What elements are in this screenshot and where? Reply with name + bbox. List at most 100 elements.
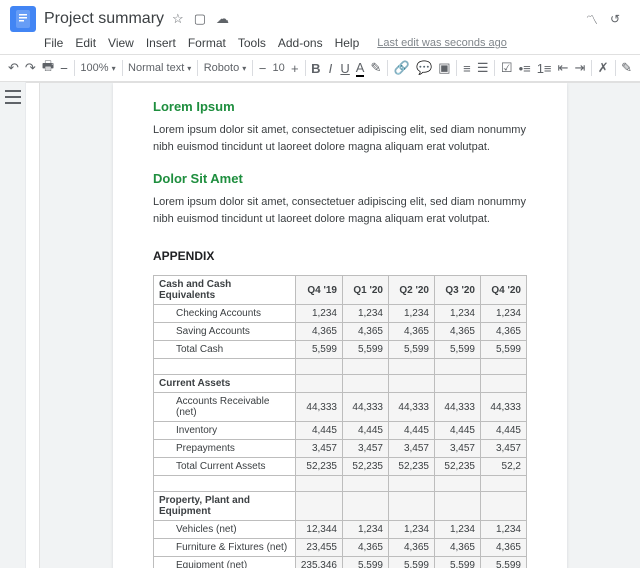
table-cell[interactable]: 5,599 (435, 557, 481, 568)
table-cell[interactable] (295, 492, 342, 521)
table-cell[interactable]: 4,365 (389, 539, 435, 557)
table-cell[interactable]: 1,234 (481, 305, 527, 323)
table-cell[interactable] (481, 375, 527, 393)
row-label[interactable]: Prepayments (154, 440, 296, 458)
heading-appendix[interactable]: APPENDIX (153, 249, 527, 263)
highlight-icon[interactable]: ✎ (370, 59, 381, 77)
table-cell[interactable]: 44,333 (295, 393, 342, 422)
table-cell[interactable] (154, 476, 296, 492)
star-icon[interactable]: ☆ (172, 11, 184, 27)
table-cell[interactable]: 4,445 (343, 422, 389, 440)
col-header[interactable]: Q4 '19 (295, 276, 342, 305)
comment-icon[interactable]: 💬 (416, 59, 432, 77)
menu-format[interactable]: Format (188, 36, 226, 50)
last-edit-link[interactable]: Last edit was seconds ago (377, 37, 507, 49)
table-cell[interactable] (343, 492, 389, 521)
table-cell[interactable]: 5,599 (389, 341, 435, 359)
table-cell[interactable] (435, 476, 481, 492)
table-cell[interactable]: 4,365 (343, 539, 389, 557)
table-cell[interactable]: 5,599 (343, 341, 389, 359)
menu-addons[interactable]: Add-ons (278, 36, 323, 50)
table-cell[interactable]: 52,235 (389, 458, 435, 476)
editing-mode-icon[interactable]: ✎ (621, 59, 632, 77)
table-cell[interactable] (389, 359, 435, 375)
link-icon[interactable]: 🔗 (394, 59, 410, 77)
table-cell[interactable] (435, 375, 481, 393)
section-header[interactable]: Current Assets (154, 375, 296, 393)
table-cell[interactable]: 4,445 (481, 422, 527, 440)
font-size-increase[interactable]: + (291, 59, 299, 77)
underline-button[interactable]: U (340, 59, 349, 77)
table-cell[interactable]: 12,344 (295, 521, 342, 539)
section-header[interactable]: Cash and Cash Equivalents (154, 276, 296, 305)
row-label[interactable]: Inventory (154, 422, 296, 440)
outline-toggle-icon[interactable] (5, 90, 21, 104)
docs-logo-icon[interactable] (10, 6, 36, 32)
table-cell[interactable]: 4,445 (295, 422, 342, 440)
menu-edit[interactable]: Edit (75, 36, 96, 50)
table-cell[interactable] (295, 476, 342, 492)
table-cell[interactable]: 3,457 (295, 440, 342, 458)
row-label[interactable]: Furniture & Fixtures (net) (154, 539, 296, 557)
table-cell[interactable]: 44,333 (389, 393, 435, 422)
table-cell[interactable]: 4,365 (435, 539, 481, 557)
table-cell[interactable] (389, 492, 435, 521)
bold-button[interactable]: B (311, 59, 320, 77)
undo-icon[interactable]: ↶ (8, 59, 19, 77)
table-cell[interactable]: 4,365 (389, 323, 435, 341)
table-cell[interactable] (389, 476, 435, 492)
table-cell[interactable]: 5,599 (435, 341, 481, 359)
table-cell[interactable]: 4,365 (295, 323, 342, 341)
menu-view[interactable]: View (108, 36, 134, 50)
table-cell[interactable] (343, 476, 389, 492)
table-cell[interactable] (481, 492, 527, 521)
row-label[interactable]: Vehicles (net) (154, 521, 296, 539)
table-cell[interactable]: 1,234 (343, 521, 389, 539)
table-cell[interactable]: 44,333 (435, 393, 481, 422)
table-cell[interactable]: 4,445 (435, 422, 481, 440)
table-cell[interactable]: 1,234 (481, 521, 527, 539)
table-cell[interactable] (481, 359, 527, 375)
col-header[interactable]: Q1 '20 (343, 276, 389, 305)
table-cell[interactable]: 3,457 (435, 440, 481, 458)
vertical-ruler[interactable] (26, 83, 40, 568)
table-cell[interactable] (295, 375, 342, 393)
zoom-select[interactable]: 100% (80, 62, 115, 74)
table-cell[interactable]: 3,457 (481, 440, 527, 458)
checklist-icon[interactable]: ☑ (501, 59, 513, 77)
table-cell[interactable]: 44,333 (343, 393, 389, 422)
italic-button[interactable]: I (327, 59, 335, 77)
row-label[interactable]: Total Cash (154, 341, 296, 359)
table-cell[interactable]: 1,234 (389, 521, 435, 539)
table-cell[interactable]: 4,445 (389, 422, 435, 440)
history-icon[interactable]: ↺ (610, 12, 620, 26)
table-cell[interactable]: 3,457 (343, 440, 389, 458)
menu-tools[interactable]: Tools (238, 36, 266, 50)
row-label[interactable]: Accounts Receivable (net) (154, 393, 296, 422)
redo-icon[interactable]: ↷ (25, 59, 36, 77)
menu-help[interactable]: Help (335, 36, 360, 50)
table-cell[interactable]: 1,234 (343, 305, 389, 323)
row-label[interactable]: Saving Accounts (154, 323, 296, 341)
table-cell[interactable]: 52,2 (481, 458, 527, 476)
table-cell[interactable]: 1,234 (435, 305, 481, 323)
table-cell[interactable] (154, 359, 296, 375)
table-cell[interactable] (389, 375, 435, 393)
row-label[interactable]: Checking Accounts (154, 305, 296, 323)
table-cell[interactable]: 5,599 (389, 557, 435, 568)
table-cell[interactable] (295, 359, 342, 375)
table-cell[interactable]: 1,234 (389, 305, 435, 323)
trend-icon[interactable]: 〽 (586, 11, 598, 28)
align-icon[interactable]: ≡ (463, 59, 471, 77)
table-cell[interactable] (343, 359, 389, 375)
col-header[interactable]: Q2 '20 (389, 276, 435, 305)
text-color-button[interactable]: A (356, 59, 365, 77)
paragraph-2[interactable]: Lorem ipsum dolor sit amet, consectetuer… (153, 194, 527, 227)
table-cell[interactable]: 5,599 (295, 341, 342, 359)
table-cell[interactable] (435, 359, 481, 375)
table-cell[interactable]: 52,235 (343, 458, 389, 476)
table-cell[interactable]: 4,365 (481, 539, 527, 557)
document-title[interactable]: Project summary (44, 10, 164, 28)
table-cell[interactable]: 4,365 (435, 323, 481, 341)
cloud-status-icon[interactable]: ☁ (216, 11, 229, 27)
